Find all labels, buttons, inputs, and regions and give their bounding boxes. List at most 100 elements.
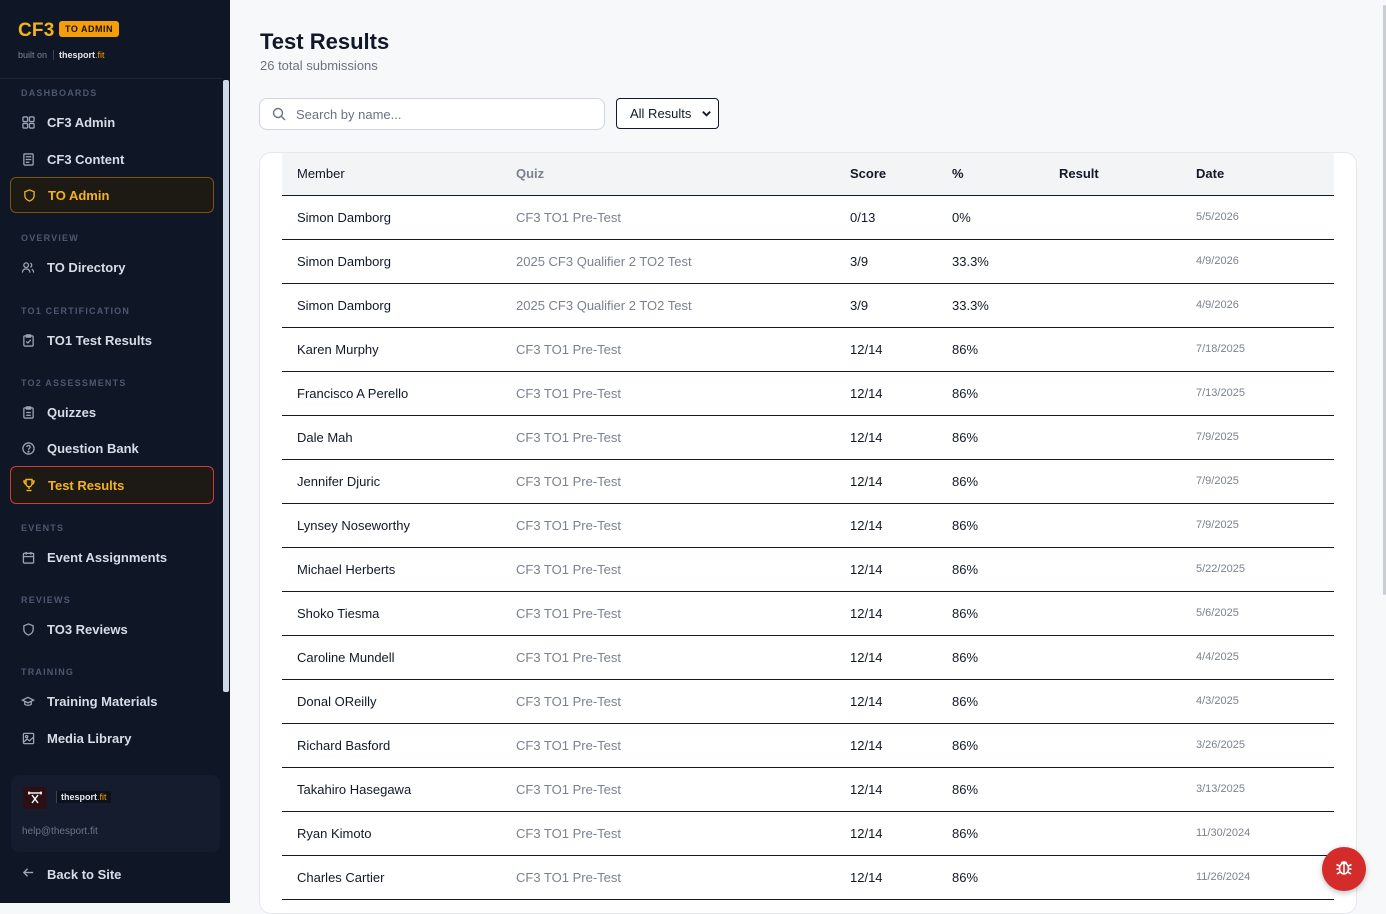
table-row[interactable]: Charles Cartier CF3 TO1 Pre-Test 12/14 86% 1…: [282, 855, 1334, 900]
cell-percent: 86%: [952, 679, 1059, 724]
sidebar-item-label: Quizzes: [47, 404, 97, 420]
table-body: Simon Damborg CF3 TO1 Pre-Test 0/13 0% 5/5/2…: [282, 195, 1334, 900]
table-row[interactable]: Simon Damborg 2025 CF3 Qualifier 2 TO2 Te…: [282, 239, 1334, 284]
column-header-score[interactable]: Score: [850, 153, 952, 196]
clipboard-list-icon: [21, 405, 35, 419]
cell-percent: 86%: [952, 591, 1059, 636]
section-dashboards: DASHBOARDS: [21, 88, 98, 98]
column-header-quiz[interactable]: Quiz: [516, 153, 850, 196]
cell-member: Shoko Tiesma: [282, 591, 516, 636]
cell-percent: 86%: [952, 371, 1059, 416]
table-row[interactable]: Richard Basford CF3 TO1 Pre-Test 12/14 86% 3…: [282, 723, 1334, 768]
table-row[interactable]: Jennifer Djuric CF3 TO1 Pre-Test 12/14 86% 7…: [282, 459, 1334, 504]
page-title: Test Results: [260, 29, 390, 54]
table-row[interactable]: Shoko Tiesma CF3 TO1 Pre-Test 12/14 86% 5/6/…: [282, 591, 1334, 636]
cell-result: [1059, 459, 1196, 504]
bug-icon: [1334, 857, 1354, 882]
main-content: Test Results 26 total submissions All Re…: [230, 0, 1386, 914]
table-row[interactable]: Takahiro Hasegawa CF3 TO1 Pre-Test 12/14 86…: [282, 767, 1334, 812]
cell-percent: 86%: [952, 723, 1059, 768]
sidebar-item-test-results[interactable]: Test Results: [10, 466, 214, 504]
support-email[interactable]: help@thesport.fit: [22, 826, 98, 837]
cell-quiz: CF3 TO1 Pre-Test: [516, 855, 850, 900]
section-training: TRAINING: [21, 667, 75, 677]
cell-date: 5/5/2026: [1196, 195, 1334, 240]
cell-date: 5/6/2025: [1196, 591, 1334, 636]
cell-score: 12/14: [850, 811, 952, 856]
sidebar-item-training-materials[interactable]: Training Materials: [10, 683, 214, 719]
cell-member: Charles Cartier: [282, 855, 516, 900]
cell-member: Simon Damborg: [282, 239, 516, 284]
partner-name: thesport: [61, 792, 97, 802]
search-box[interactable]: [259, 98, 605, 130]
sidebar-item-label: TO1 Test Results: [47, 332, 152, 348]
sidebar: CF3 TO ADMIN built on thesport.fit DASHB…: [0, 0, 230, 903]
cell-date: 4/9/2026: [1196, 283, 1334, 328]
help-circle-icon: [21, 441, 35, 455]
brand-title: CF3: [18, 20, 55, 41]
sidebar-item-label: Test Results: [48, 477, 125, 493]
cell-result: [1059, 503, 1196, 548]
table-row[interactable]: Ryan Kimoto CF3 TO1 Pre-Test 12/14 86% 11/30…: [282, 811, 1334, 856]
table-row[interactable]: Caroline Mundell CF3 TO1 Pre-Test 12/14 86%…: [282, 635, 1334, 680]
back-to-site-link[interactable]: Back to Site: [22, 866, 121, 882]
table-row[interactable]: Donal OReilly CF3 TO1 Pre-Test 12/14 86% 4/3…: [282, 679, 1334, 724]
sidebar-item-media-library[interactable]: Media Library: [10, 720, 214, 756]
sidebar-item-quizzes[interactable]: Quizzes: [10, 394, 214, 430]
table-row[interactable]: Simon Damborg CF3 TO1 Pre-Test 0/13 0% 5/5/2…: [282, 195, 1334, 240]
sidebar-item-label: Media Library: [47, 730, 132, 746]
sidebar-item-label: Event Assignments: [47, 549, 168, 565]
cell-percent: 86%: [952, 547, 1059, 592]
sidebar-item-to-directory[interactable]: TO Directory: [10, 249, 214, 285]
cell-date: 3/26/2025: [1196, 723, 1334, 768]
partner-suffix: .fit: [95, 50, 105, 60]
sidebar-item-to1-test-results[interactable]: TO1 Test Results: [10, 322, 214, 358]
section-reviews: REVIEWS: [21, 595, 71, 605]
sidebar-scrollbar[interactable]: [223, 80, 229, 692]
newspaper-icon: [21, 152, 35, 166]
table-row[interactable]: Michael Herberts CF3 TO1 Pre-Test 12/14 86%…: [282, 547, 1334, 592]
arrow-left-icon: [22, 866, 35, 882]
cell-date: 7/9/2025: [1196, 503, 1334, 548]
table-row[interactable]: Dale Mah CF3 TO1 Pre-Test 12/14 86% 7/9/2025: [282, 415, 1334, 460]
table-row[interactable]: Karen Murphy CF3 TO1 Pre-Test 12/14 86% 7/18…: [282, 327, 1334, 372]
sidebar-item-label: TO Admin: [48, 187, 110, 203]
sidebar-item-to-admin[interactable]: TO Admin: [10, 177, 214, 213]
sidebar-item-label: TO3 Reviews: [47, 621, 128, 637]
partner-logo[interactable]: thesport.fit: [53, 50, 105, 60]
cell-result: [1059, 371, 1196, 416]
cell-quiz: CF3 TO1 Pre-Test: [516, 811, 850, 856]
table-row[interactable]: Lynsey Noseworthy CF3 TO1 Pre-Test 12/14 86…: [282, 503, 1334, 548]
footer-card: thesport.fit help@thesport.fit: [11, 775, 220, 852]
column-header-percent[interactable]: %: [952, 153, 1059, 196]
sidebar-item-event-assignments[interactable]: Event Assignments: [10, 539, 214, 575]
org-logo: [23, 787, 47, 809]
search-input[interactable]: [294, 105, 588, 123]
bug-report-button[interactable]: [1322, 847, 1366, 891]
cell-member: Ryan Kimoto: [282, 811, 516, 856]
partner-logo[interactable]: thesport.fit: [56, 791, 111, 803]
clipboard-check-icon: [21, 333, 35, 347]
cell-member: Francisco A Perello: [282, 371, 516, 416]
sidebar-item-cf3-content[interactable]: CF3 Content: [10, 141, 214, 177]
sidebar-item-to3-reviews[interactable]: TO3 Reviews: [10, 611, 214, 647]
cell-date: 11/30/2024: [1196, 811, 1334, 856]
sidebar-item-question-bank[interactable]: Question Bank: [10, 430, 214, 466]
result-filter-select[interactable]: All Results: [616, 98, 719, 129]
cell-result: [1059, 415, 1196, 460]
cell-result: [1059, 591, 1196, 636]
sidebar-item-label: Training Materials: [47, 693, 158, 709]
cell-result: [1059, 855, 1196, 900]
column-header-date[interactable]: Date: [1196, 153, 1334, 196]
cell-date: 11/26/2024: [1196, 855, 1334, 900]
column-header-result[interactable]: Result: [1059, 153, 1196, 196]
cell-date: 4/9/2026: [1196, 239, 1334, 284]
table-row[interactable]: Simon Damborg 2025 CF3 Qualifier 2 TO2 Te…: [282, 283, 1334, 328]
cell-member: Simon Damborg: [282, 195, 516, 240]
sidebar-item-cf3-admin[interactable]: CF3 Admin: [10, 104, 214, 140]
section-events: EVENTS: [21, 523, 65, 533]
cell-result: [1059, 723, 1196, 768]
column-header-member[interactable]: Member: [282, 153, 516, 196]
cell-quiz: 2025 CF3 Qualifier 2 TO2 Test: [516, 283, 850, 328]
table-row[interactable]: Francisco A Perello CF3 TO1 Pre-Test 12/14…: [282, 371, 1334, 416]
